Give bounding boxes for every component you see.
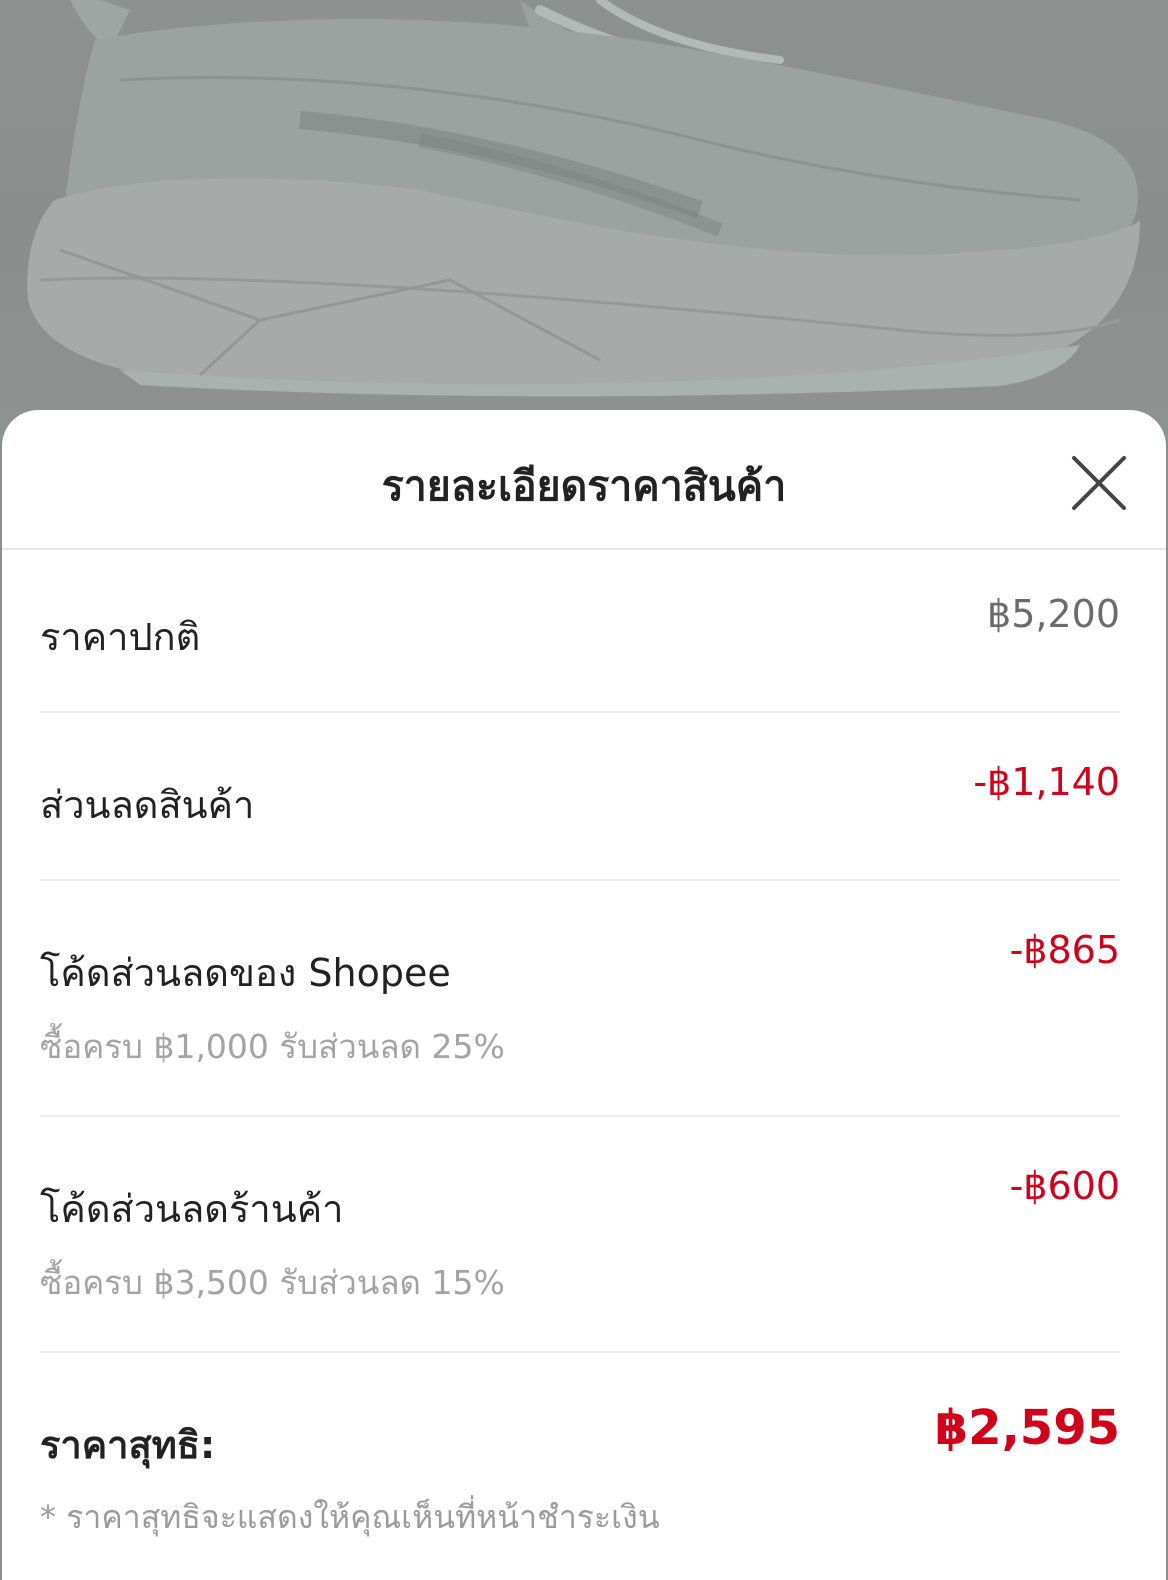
row-condition: ซื้อครบ ฿1,000 รับส่วนลด 25% [40,1027,505,1066]
row-value: ฿5,200 [987,592,1120,636]
row-value: -฿865 [1009,928,1120,972]
row-label: โค้ดส่วนลดของ Shopee [40,951,451,995]
row-label: ส่วนลดสินค้า [40,783,255,827]
price-row-shopee-voucher: โค้ดส่วนลดของ Shopee ซื้อครบ ฿1,000 รับส… [40,928,1120,1088]
net-price-label: ราคาสุทธิ: [40,1423,216,1467]
price-row-shop-voucher: โค้ดส่วนลดร้านค้า ซื้อครบ ฿3,500 รับส่วน… [40,1164,1120,1324]
row-label: โค้ดส่วนลดร้านค้า [40,1187,344,1231]
divider [40,879,1120,881]
divider [40,1351,1120,1353]
close-button[interactable] [1066,450,1132,516]
shoe-illustration [27,0,1140,397]
divider [40,1115,1120,1117]
sheet-header: รายละเอียดราคาสินค้า [2,410,1166,550]
price-row-regular: ราคาปกติ ฿5,200 [40,592,1120,672]
net-price-footnote: * ราคาสุทธิจะแสดงให้คุณเห็นที่หน้าชำระเง… [40,1498,660,1536]
row-label: ราคาปกติ [40,615,201,659]
net-price-value: ฿2,595 [934,1400,1120,1456]
row-value: -฿600 [1009,1164,1120,1208]
close-icon [1072,456,1126,510]
row-condition: ซื้อครบ ฿3,500 รับส่วนลด 15% [40,1263,505,1302]
net-price-row: ราคาสุทธิ: ฿2,595 [40,1400,1120,1480]
divider [40,711,1120,713]
price-details-sheet: รายละเอียดราคาสินค้า ราคาปกติ ฿5,200 ส่ว… [2,410,1166,1580]
product-image [0,0,1168,440]
row-value: -฿1,140 [973,760,1120,804]
price-row-product-discount: ส่วนลดสินค้า -฿1,140 [40,760,1120,840]
sheet-title: รายละเอียดราคาสินค้า [381,462,787,510]
